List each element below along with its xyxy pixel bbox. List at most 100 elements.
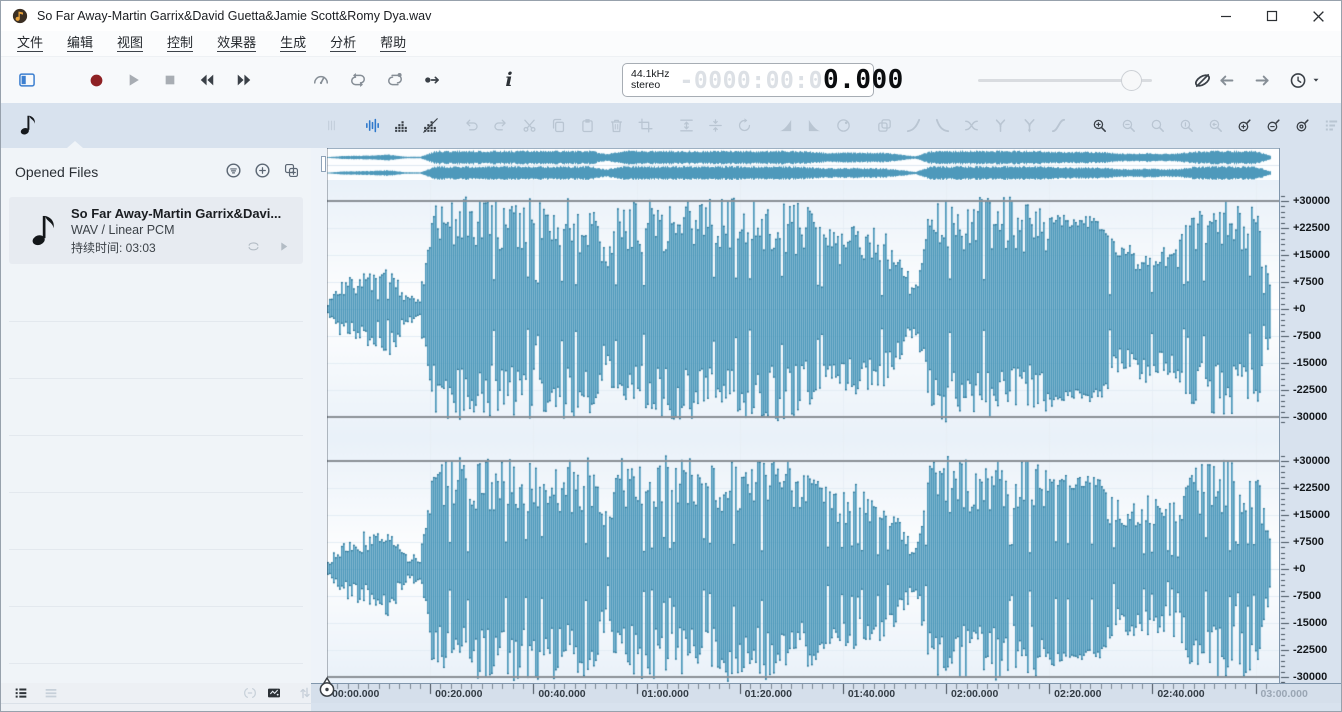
levels-icon[interactable] (1323, 117, 1340, 134)
overview-minimap[interactable] (327, 148, 1279, 182)
menu-item-4[interactable]: 控制 (167, 35, 193, 52)
loop-icon[interactable] (346, 68, 370, 92)
filter-icon[interactable] (224, 161, 243, 180)
volume-thumb[interactable] (1121, 70, 1142, 91)
overlap-icon[interactable] (876, 117, 893, 134)
list-compact-icon[interactable] (43, 685, 59, 701)
time-display[interactable]: 44.1kHz stereo -0000:00:00.000 (622, 63, 874, 97)
wave-view-icon[interactable] (364, 117, 381, 134)
record-icon[interactable] (84, 68, 108, 92)
play-icon[interactable] (121, 68, 145, 92)
amplitude-label: -30000 (1293, 411, 1327, 423)
vzoom-reset-icon[interactable] (1294, 117, 1311, 134)
crossfade-icon[interactable] (963, 117, 980, 134)
fast-forward-icon[interactable] (232, 68, 256, 92)
amplitude-label: +30000 (1293, 195, 1330, 207)
amplitude-scale[interactable]: +30000+22500+15000+7500+0-7500-15000-225… (1279, 148, 1342, 683)
curve-down-icon[interactable] (934, 117, 951, 134)
zoom-original-icon[interactable] (1178, 117, 1195, 134)
amplitude-label: +15000 (1293, 249, 1330, 261)
sidebar-toggle-icon[interactable] (15, 68, 39, 92)
amplitude-label: -15000 (1293, 357, 1327, 369)
menu-item-6[interactable]: 生成 (280, 35, 306, 52)
nav-forward-icon[interactable] (1250, 68, 1274, 92)
vzoom-out-icon[interactable] (1265, 117, 1282, 134)
minimap-viewport-handle[interactable] (321, 156, 326, 172)
audio-file-tab[interactable] (14, 112, 40, 144)
stop-icon[interactable] (158, 68, 182, 92)
time-ruler[interactable]: 00:00.00000:20.00000:40.00001:00.00001:2… (311, 683, 1342, 703)
paste-icon[interactable] (579, 117, 596, 134)
nav-back-icon[interactable] (1214, 68, 1238, 92)
monitor-icon[interactable] (1190, 68, 1214, 92)
playhead-pin[interactable] (318, 677, 336, 699)
time-label: 01:20.000 (745, 688, 792, 700)
undo-icon[interactable] (463, 117, 480, 134)
playback-speed-icon[interactable] (309, 68, 333, 92)
amplitude-label: -15000 (1293, 617, 1327, 629)
time-label: 00:40.000 (538, 688, 585, 700)
file-format: WAV / Linear PCM (71, 223, 175, 237)
fit-vertical-icon[interactable] (678, 117, 695, 134)
handle-icon[interactable] (323, 117, 340, 134)
history-caret-icon (1311, 75, 1321, 85)
zoom-out-icon[interactable] (1120, 117, 1137, 134)
file-list-item[interactable]: So Far Away-Martin Garrix&Davi... WAV / … (9, 197, 303, 264)
close-button[interactable] (1295, 1, 1341, 31)
zoom-selection-icon[interactable] (1149, 117, 1166, 134)
copy-icon[interactable] (550, 117, 567, 134)
info-icon[interactable]: i (497, 68, 521, 92)
file-title: So Far Away-Martin Garrix&Davi... (71, 206, 281, 221)
split-icon[interactable] (707, 117, 724, 134)
trim-icon[interactable] (637, 117, 654, 134)
time-label: 01:40.000 (848, 688, 895, 700)
play-small-icon[interactable] (271, 234, 295, 258)
gain-knob-icon[interactable] (835, 117, 852, 134)
redo-icon[interactable] (492, 117, 509, 134)
cut-icon[interactable] (521, 117, 538, 134)
menu-item-5[interactable]: 效果器 (217, 35, 256, 52)
fork-icon[interactable] (992, 117, 1009, 134)
minimize-button[interactable] (1203, 1, 1249, 31)
volume-slider[interactable] (978, 67, 1152, 93)
spectral-view-off-icon[interactable] (422, 117, 439, 134)
list-detail-icon[interactable] (13, 685, 29, 701)
fade-out-icon[interactable] (806, 117, 823, 134)
spectral-view-icon[interactable] (393, 117, 410, 134)
list-row-separator (9, 492, 303, 493)
file-note-icon (23, 209, 61, 258)
menu-item-1[interactable]: 文件 (17, 35, 43, 52)
s-curve-icon[interactable] (1050, 117, 1067, 134)
add-group-icon[interactable] (282, 161, 301, 180)
zoom-in-icon[interactable] (1091, 117, 1108, 134)
list-row-separator (9, 378, 303, 379)
amplitude-label: +22500 (1293, 482, 1330, 494)
merge-icon[interactable] (1021, 117, 1038, 134)
group-collapse-icon[interactable] (242, 685, 258, 701)
zoom-previous-icon[interactable] (1207, 117, 1224, 134)
waveform-channel-right[interactable] (327, 438, 1279, 683)
record-follow-icon[interactable] (420, 68, 444, 92)
loop-small-icon[interactable] (241, 234, 265, 258)
menu-item-7[interactable]: 分析 (330, 35, 356, 52)
revert-icon[interactable] (736, 117, 753, 134)
vzoom-in-icon[interactable] (1236, 117, 1253, 134)
loop-record-icon[interactable] (383, 68, 407, 92)
mixer-badge-icon[interactable] (266, 685, 282, 701)
wave-left-gutter (311, 148, 327, 683)
menu-item-2[interactable]: 编辑 (67, 35, 93, 52)
history-icon[interactable] (1286, 68, 1310, 92)
amplitude-label: +22500 (1293, 222, 1330, 234)
opened-files-panel: Opened Files So Far Away-Martin Garrix&D… (1, 148, 311, 683)
fade-in-icon[interactable] (777, 117, 794, 134)
maximize-button[interactable] (1249, 1, 1295, 31)
delete-icon[interactable] (608, 117, 625, 134)
menu-item-8[interactable]: 帮助 (380, 35, 406, 52)
curve-up-icon[interactable] (905, 117, 922, 134)
add-icon[interactable] (253, 161, 272, 180)
list-status-bar (1, 683, 311, 703)
menu-item-3[interactable]: 视图 (117, 35, 143, 52)
playhead-line (327, 148, 328, 683)
rewind-icon[interactable] (195, 68, 219, 92)
waveform-channel-left[interactable] (327, 180, 1279, 438)
